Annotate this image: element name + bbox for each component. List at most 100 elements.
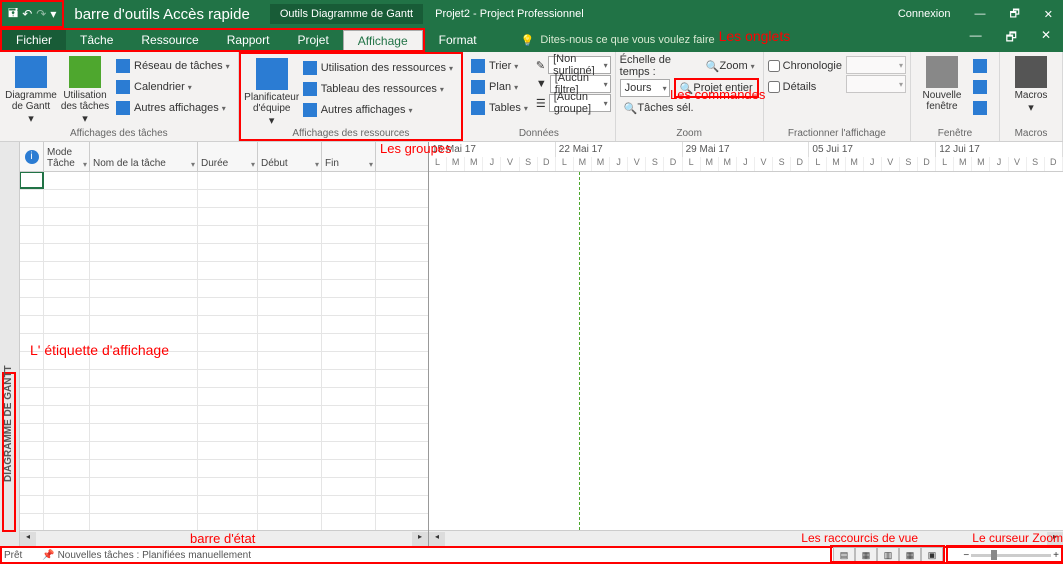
redo-icon[interactable]: ↷ bbox=[36, 7, 46, 21]
details-label: Détails bbox=[783, 81, 817, 93]
outline-button[interactable]: Plan▾ bbox=[467, 77, 532, 97]
commands-annotation: Les commandes bbox=[670, 87, 765, 102]
tab-resource[interactable]: Ressource bbox=[127, 30, 212, 50]
table-row[interactable] bbox=[20, 478, 428, 496]
group-resource-views: Planificateur d'équipe▾ Utilisation des … bbox=[239, 52, 463, 141]
window-icon bbox=[926, 56, 958, 88]
week-header: 12 Jui 17 bbox=[936, 142, 1063, 157]
macros-button[interactable]: Macros▾ bbox=[1004, 54, 1058, 127]
tab-project[interactable]: Projet bbox=[283, 30, 342, 50]
new-window-button[interactable]: Nouvelle fenêtre bbox=[915, 54, 969, 127]
close-button[interactable]: ✕ bbox=[1034, 8, 1063, 21]
sort-button[interactable]: Trier▾ bbox=[467, 56, 532, 76]
tell-me-search[interactable]: 💡 Dites-nous ce que vous voulez faire bbox=[521, 28, 715, 52]
day-header: J bbox=[483, 157, 501, 172]
statusbar-annotation: barre d'état bbox=[190, 531, 255, 546]
hide-button[interactable] bbox=[969, 98, 995, 118]
tab-report[interactable]: Rapport bbox=[213, 30, 284, 50]
highlight-icon: ✎ bbox=[536, 59, 545, 72]
table-row[interactable] bbox=[20, 316, 428, 334]
table-row[interactable] bbox=[20, 388, 428, 406]
status-newtasks[interactable]: 📌 Nouvelles tâches : Planifiées manuelle… bbox=[42, 550, 251, 561]
details-checkbox[interactable] bbox=[768, 81, 780, 93]
document-title: Projet2 - Project Professionnel bbox=[435, 8, 584, 20]
day-header: S bbox=[520, 157, 538, 172]
resource-sheet-button[interactable]: Tableau des ressources▾ bbox=[299, 79, 457, 99]
table-row[interactable] bbox=[20, 226, 428, 244]
task-usage-button[interactable]: Utilisation des tâches▾ bbox=[58, 54, 112, 127]
group-title: Données bbox=[467, 127, 611, 141]
table-row[interactable] bbox=[20, 406, 428, 424]
tab-file[interactable]: Fichier bbox=[2, 30, 66, 50]
tab-view[interactable]: Affichage bbox=[343, 30, 423, 50]
column-header[interactable]: Nom de la tâche▾ bbox=[90, 142, 198, 171]
table-row[interactable] bbox=[20, 190, 428, 208]
column-header[interactable]: Durée▾ bbox=[198, 142, 258, 171]
switch-windows-button[interactable] bbox=[969, 56, 995, 76]
table-row[interactable] bbox=[20, 460, 428, 478]
table-row[interactable] bbox=[20, 208, 428, 226]
status-bar: Prêt 📌 Nouvelles tâches : Planifiées man… bbox=[0, 546, 1063, 563]
column-header[interactable]: i bbox=[20, 142, 44, 171]
table-row[interactable] bbox=[20, 424, 428, 442]
gantt-chart: 15 Mai 1722 Mai 1729 Mai 1705 Jui 1712 J… bbox=[428, 142, 1063, 546]
resource-usage-button[interactable]: Utilisation des ressources▾ bbox=[299, 58, 457, 78]
table-row[interactable] bbox=[20, 514, 428, 530]
other-res-views-button[interactable]: Autres affichages▾ bbox=[299, 100, 457, 120]
qat-more-icon[interactable]: ▾ bbox=[50, 7, 56, 21]
save-icon[interactable]: 🖬 bbox=[8, 4, 18, 25]
other-views-button[interactable]: Autres affichages▾ bbox=[112, 98, 234, 118]
tab-task[interactable]: Tâche bbox=[66, 30, 127, 50]
minimize-button[interactable]: — bbox=[964, 8, 995, 20]
day-header: D bbox=[664, 157, 682, 172]
ribbon-close-button[interactable]: ✕ bbox=[1029, 28, 1063, 49]
tab-format[interactable]: Format bbox=[425, 28, 491, 52]
day-header: M bbox=[827, 157, 845, 172]
table-row[interactable] bbox=[20, 298, 428, 316]
table-row[interactable] bbox=[20, 370, 428, 388]
table-row[interactable] bbox=[20, 262, 428, 280]
day-header: M bbox=[465, 157, 483, 172]
title-bar: 🖬 ↶ ↷ ▾ barre d'outils Accès rapide Outi… bbox=[0, 0, 1063, 28]
timescale-combo[interactable]: Jours bbox=[620, 79, 670, 97]
group-combo[interactable]: [Aucun groupe] bbox=[549, 94, 611, 112]
timeline-combo[interactable] bbox=[846, 56, 906, 74]
arrange-button[interactable] bbox=[969, 77, 995, 97]
table-row[interactable] bbox=[20, 496, 428, 514]
table-row[interactable] bbox=[20, 244, 428, 262]
quick-access-toolbar: 🖬 ↶ ↷ ▾ bbox=[0, 0, 64, 28]
gantt-icon bbox=[15, 56, 47, 88]
table-row[interactable] bbox=[20, 280, 428, 298]
day-header: M bbox=[719, 157, 737, 172]
gantt-hscroll[interactable]: ◂▸ bbox=[429, 530, 1063, 546]
restore-button[interactable]: 🗗 bbox=[999, 5, 1029, 24]
login-link[interactable]: Connexion bbox=[888, 8, 961, 20]
column-header[interactable]: Mode Tâche▾ bbox=[44, 142, 90, 171]
timeline-checkbox[interactable] bbox=[768, 60, 780, 72]
gantt-body[interactable] bbox=[429, 172, 1063, 530]
zoom-button[interactable]: 🔍 Zoom▾ bbox=[702, 56, 759, 76]
day-header: L bbox=[936, 157, 954, 172]
ribbon-restore-button[interactable]: 🗗 bbox=[994, 28, 1029, 49]
day-header: M bbox=[592, 157, 610, 172]
column-header[interactable]: Fin▾ bbox=[322, 142, 376, 171]
tables-button[interactable]: Tables▾ bbox=[467, 98, 532, 118]
table-row[interactable] bbox=[20, 442, 428, 460]
day-header: S bbox=[900, 157, 918, 172]
details-combo[interactable] bbox=[846, 75, 906, 93]
undo-icon[interactable]: ↶ bbox=[22, 7, 32, 21]
contextual-tab-label[interactable]: Outils Diagramme de Gantt bbox=[270, 4, 423, 24]
table-row[interactable] bbox=[20, 172, 428, 190]
day-header: L bbox=[683, 157, 701, 172]
group-data: Trier▾ Plan▾ Tables▾ ✎[Non surligné] ▼[A… bbox=[463, 52, 616, 141]
ribbon-minimize-button[interactable]: — bbox=[958, 28, 994, 49]
macros-icon bbox=[1015, 56, 1047, 88]
view-bar: DIAGRAMME DE GANTT bbox=[0, 142, 20, 546]
network-diagram-button[interactable]: Réseau de tâches▾ bbox=[112, 56, 234, 76]
team-planner-button[interactable]: Planificateur d'équipe▾ bbox=[245, 56, 299, 127]
group-title: Fenêtre bbox=[915, 127, 995, 141]
column-header[interactable]: Début▾ bbox=[258, 142, 322, 171]
calendar-button[interactable]: Calendrier▾ bbox=[112, 77, 234, 97]
day-header: D bbox=[538, 157, 556, 172]
gantt-chart-button[interactable]: Diagramme de Gantt▾ bbox=[4, 54, 58, 127]
